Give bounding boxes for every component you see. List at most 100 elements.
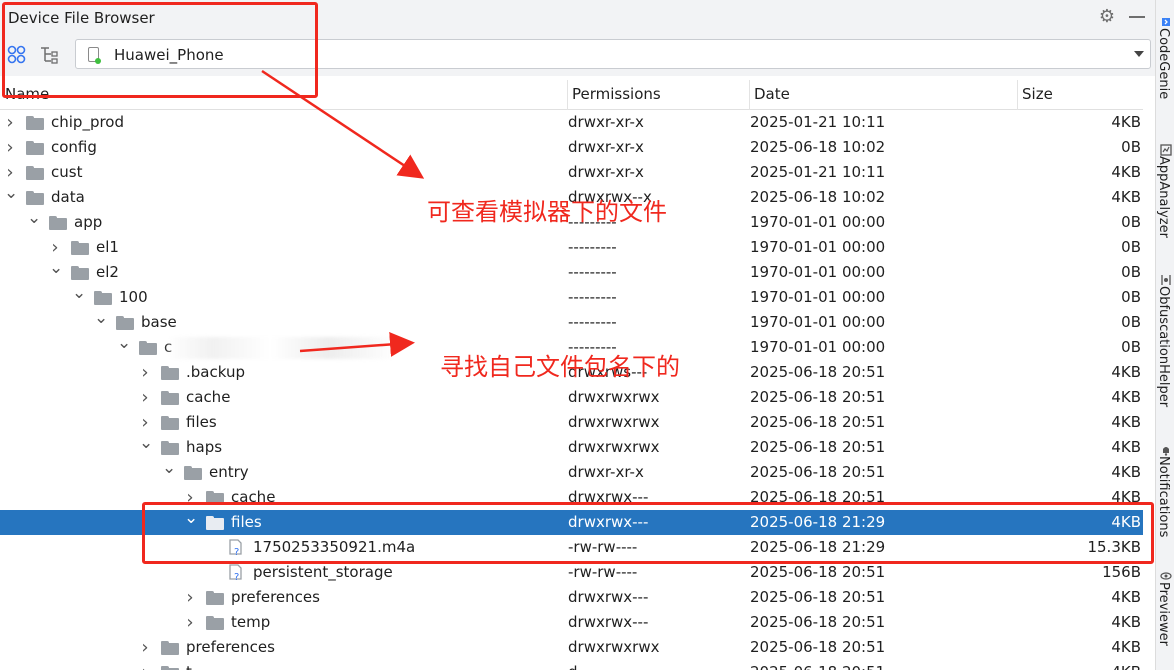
folder-row[interactable]: ⌄ 100 --------- 1970-01-01 00:00 0B (0, 285, 1143, 310)
folder-row[interactable]: › el1 --------- 1970-01-01 00:00 0B (0, 235, 1143, 260)
chevron-right-icon[interactable]: › (139, 635, 151, 660)
sidebar-item-previewer[interactable]: Previewer (1156, 564, 1174, 664)
chevron-down-icon[interactable]: ⌄ (139, 435, 153, 460)
row-name: el1 (96, 238, 119, 256)
row-permissions: -rw-rw---- (568, 538, 638, 556)
row-date: 2025-06-18 20:51 (750, 438, 886, 456)
file-row[interactable]: ? persistent_storage -rw-rw---- 2025-06-18 … (0, 560, 1143, 585)
panel-title: Device File Browser (8, 9, 155, 27)
chevron-right-icon[interactable]: › (184, 585, 196, 610)
row-permissions: --------- (568, 288, 617, 306)
grid-view-icon[interactable] (6, 44, 28, 66)
row-date: 1970-01-01 00:00 (750, 288, 886, 306)
column-header-date[interactable]: Date (749, 80, 1017, 110)
obfuscation-icon (1161, 275, 1171, 285)
folder-row[interactable]: › preferences drwxrwx--- 2025-06-18 20:51 4K… (0, 585, 1143, 610)
chevron-down-icon[interactable]: ⌄ (94, 310, 108, 335)
sidebar-item-codegenie[interactable]: CodeGenie (1156, 10, 1174, 110)
row-size: 4KB (1111, 660, 1141, 670)
minimize-icon[interactable] (1129, 16, 1145, 18)
chevron-right-icon[interactable]: › (184, 610, 196, 635)
row-size: 4KB (1111, 463, 1141, 481)
row-permissions: -rw-rw---- (568, 563, 638, 581)
row-name: 100 (119, 288, 148, 306)
folder-row[interactable]: ⌄ base --------- 1970-01-01 00:00 0B (0, 310, 1143, 335)
folder-row[interactable]: › cache drwxrwxrwx 2025-06-18 20:51 4KB (0, 385, 1143, 410)
right-tool-strip: CodeGenie AppAnalyzer ObfuscationHelper … (1155, 0, 1174, 670)
chevron-down-icon[interactable]: ⌄ (117, 335, 131, 360)
folder-row[interactable]: › chip_prod drwxr-xr-x 2025-01-21 10:11 4KB (0, 110, 1143, 135)
folder-icon (71, 241, 89, 255)
row-date: 2025-06-18 20:51 (750, 463, 886, 481)
folder-icon (71, 266, 89, 280)
row-name: files (186, 413, 217, 431)
svg-text:?: ? (234, 547, 239, 557)
row-name: data (51, 188, 85, 206)
row-name: entry (209, 463, 249, 481)
gear-icon[interactable]: ⚙ (1097, 7, 1117, 27)
column-header-size[interactable]: Size (1017, 80, 1143, 110)
chevron-down-icon[interactable]: ⌄ (49, 260, 63, 285)
row-permissions: drwxr-xr-x (568, 463, 644, 481)
chevron-right-icon[interactable]: › (184, 485, 196, 510)
row-date: 2025-06-18 20:51 (750, 588, 886, 606)
row-date: 2025-06-18 10:02 (750, 188, 886, 206)
folder-row[interactable]: › t d 2025-06-18 20:51 4KB (0, 660, 1143, 670)
sidebar-item-appanalyzer[interactable]: AppAnalyzer (1156, 138, 1174, 248)
folder-row[interactable]: › temp drwxrwx--- 2025-06-18 20:51 4KB (0, 610, 1143, 635)
row-permissions: drwxrwx--- (568, 513, 649, 531)
row-name: app (74, 213, 103, 231)
device-name: Huawei_Phone (114, 46, 224, 64)
chevron-down-icon[interactable] (1134, 51, 1144, 57)
chevron-down-icon[interactable]: ⌄ (4, 185, 18, 210)
chevron-right-icon[interactable]: › (139, 660, 151, 670)
chevron-down-icon[interactable]: ⌄ (162, 460, 176, 485)
row-size: 0B (1121, 288, 1141, 306)
folder-icon (161, 666, 179, 670)
chevron-right-icon[interactable]: › (139, 385, 151, 410)
chevron-down-icon[interactable]: ⌄ (72, 285, 86, 310)
chevron-down-icon[interactable]: ⌄ (27, 210, 41, 235)
row-name: preferences (231, 588, 320, 606)
chevron-down-icon[interactable]: ⌄ (184, 510, 198, 535)
folder-row[interactable]: ⌄ entry drwxr-xr-x 2025-06-18 20:51 4KB (0, 460, 1143, 485)
row-size: 156B (1102, 563, 1141, 581)
row-date: 2025-06-18 20:51 (750, 413, 886, 431)
title-bar: Device File Browser ⚙ (0, 0, 1155, 36)
chevron-right-icon[interactable]: › (4, 160, 16, 185)
device-selector[interactable]: Huawei_Phone (75, 39, 1151, 69)
chevron-right-icon[interactable]: › (4, 110, 16, 135)
folder-row[interactable]: › files drwxrwxrwx 2025-06-18 20:51 4KB (0, 410, 1143, 435)
folder-row[interactable]: › cache drwxrwx--- 2025-06-18 20:51 4KB (0, 485, 1143, 510)
tree-view-icon[interactable] (38, 44, 60, 66)
folder-row[interactable]: › cust drwxr-xr-x 2025-01-21 10:11 4KB (0, 160, 1143, 185)
row-date: 2025-06-18 20:51 (750, 613, 886, 631)
column-header-name[interactable]: Name (0, 80, 567, 110)
row-name: .backup (186, 363, 245, 381)
chevron-right-icon[interactable]: › (139, 360, 151, 385)
folder-icon (161, 416, 179, 430)
folder-icon (161, 441, 179, 455)
folder-row[interactable]: › preferences drwxrwxrwx 2025-06-18 20:51 4K… (0, 635, 1143, 660)
sidebar-item-obfuscationhelper[interactable]: ObfuscationHelper (1156, 268, 1174, 418)
folder-row[interactable]: ⌄ files drwxrwx--- 2025-06-18 21:29 4KB (0, 510, 1143, 535)
folder-icon (26, 141, 44, 155)
folder-row[interactable]: ⌄ haps drwxrwxrwx 2025-06-18 20:51 4KB (0, 435, 1143, 460)
row-permissions: drwxrwxrwx (568, 638, 660, 656)
chevron-right-icon[interactable]: › (49, 235, 61, 260)
column-header-permissions[interactable]: Permissions (567, 80, 749, 110)
row-size: 4KB (1111, 413, 1141, 431)
chevron-right-icon[interactable]: › (4, 135, 16, 160)
row-date: 1970-01-01 00:00 (750, 338, 886, 356)
row-name: config (51, 138, 97, 156)
row-date: 2025-01-21 10:11 (750, 163, 886, 181)
sidebar-label-previewer: Previewer (1156, 582, 1171, 646)
row-permissions: --------- (568, 313, 617, 331)
row-name: cache (186, 388, 231, 406)
sidebar-item-notifications[interactable]: Notifications (1156, 438, 1174, 548)
row-size: 4KB (1111, 188, 1141, 206)
file-row[interactable]: ? 1750253350921.m4a -rw-rw---- 2025-06-18 2… (0, 535, 1143, 560)
folder-row[interactable]: ⌄ el2 --------- 1970-01-01 00:00 0B (0, 260, 1143, 285)
folder-row[interactable]: › config drwxr-xr-x 2025-06-18 10:02 0B (0, 135, 1143, 160)
chevron-right-icon[interactable]: › (139, 410, 151, 435)
